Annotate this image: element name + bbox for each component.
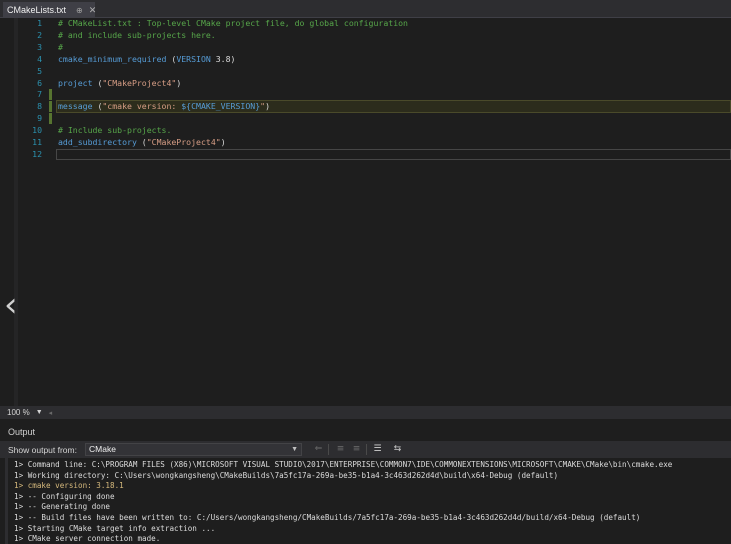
- code-text: # and include sub-projects here.: [58, 30, 216, 41]
- code-token: ): [176, 77, 182, 88]
- show-output-from-label: Show output from:: [8, 444, 77, 455]
- code-token: #: [58, 41, 63, 52]
- line-number: 3: [37, 41, 42, 52]
- line-number: 6: [37, 77, 42, 88]
- code-token: (: [92, 77, 103, 88]
- output-line: 1> cmake version: 3.18.1: [14, 481, 124, 491]
- code-line[interactable]: 10 # Include sub-projects.: [0, 125, 731, 136]
- code-token: ): [265, 101, 270, 112]
- output-line: 1> Command line: C:\PROGRAM FILES (X86)\…: [14, 460, 673, 469]
- word-wrap-icon[interactable]: ⇆: [392, 444, 403, 455]
- code-token: "cmake version:: [102, 101, 182, 112]
- code-token: add_subdirectory: [58, 137, 137, 147]
- code-line[interactable]: 9: [0, 113, 731, 125]
- line-number: 11: [32, 137, 42, 147]
- output-line: 1> CMake server connection made.: [14, 534, 161, 544]
- line-number: 7: [37, 89, 42, 100]
- code-line[interactable]: 6 project ("CMakeProject4"): [0, 78, 731, 89]
- code-line[interactable]: 8 message ("cmake version: ${CMAKE_VERSIO…: [0, 100, 731, 114]
- current-line-box: [56, 148, 731, 160]
- toolbar-separator: [366, 444, 367, 455]
- code-text: project ("CMakeProject4"): [58, 78, 181, 89]
- code-line[interactable]: 1 # CMakeList.txt : Top-level CMake proje…: [0, 18, 731, 29]
- navigate-back-icon[interactable]: ‹: [4, 288, 18, 322]
- zoom-level[interactable]: 100 %: [7, 408, 30, 417]
- code-token: ): [220, 137, 226, 147]
- code-token: project: [58, 77, 93, 88]
- output-text-area[interactable]: 1> Command line: C:\PROGRAM FILES (X86)\…: [0, 458, 731, 544]
- editor-zoom-bar: 100 % ▼ ◂: [0, 406, 731, 419]
- change-marker: [49, 101, 52, 113]
- code-line[interactable]: 2 # and include sub-projects here.: [0, 30, 731, 41]
- code-token: (: [136, 137, 147, 147]
- code-token: "CMakeProject4": [146, 137, 221, 147]
- code-text: cmake_minimum_required (VERSION 3.8): [58, 54, 235, 65]
- code-line[interactable]: 7: [0, 89, 731, 101]
- chevron-down-icon: ▼: [291, 446, 298, 453]
- code-token: message: [58, 101, 93, 112]
- line-number: 8: [37, 101, 42, 112]
- toolbar-separator: [328, 444, 329, 455]
- output-line: 1> Working directory: C:\Users\wongkangs…: [14, 470, 559, 480]
- close-icon[interactable]: ✕: [89, 5, 97, 16]
- code-text: # CMakeList.txt : Top-level CMake projec…: [58, 18, 408, 29]
- next-message-icon[interactable]: ≡: [351, 444, 362, 455]
- output-source-value: CMake: [89, 444, 116, 454]
- change-marker: [49, 89, 52, 101]
- code-text: # Include sub-projects.: [58, 125, 171, 136]
- code-token: cmake_minimum_required: [58, 53, 167, 64]
- code-line[interactable]: 12: [0, 148, 731, 160]
- line-number: 2: [37, 29, 42, 40]
- line-number: 9: [37, 113, 42, 124]
- find-message-icon[interactable]: ⇐: [313, 444, 324, 455]
- output-margin: [5, 458, 8, 544]
- line-number: 10: [32, 125, 42, 136]
- code-token: # CMakeList.txt : Top-level CMake projec…: [58, 18, 408, 28]
- code-text: #: [58, 42, 63, 53]
- clear-all-icon[interactable]: ☰: [372, 444, 383, 455]
- code-token: ${CMAKE_VERSION}: [181, 101, 261, 112]
- code-token: (: [166, 53, 177, 64]
- line-number: 5: [37, 65, 42, 76]
- output-source-select[interactable]: CMake ▼: [85, 443, 302, 456]
- tab-cmakelists[interactable]: CMakeLists.txt ⊕ ✕: [3, 2, 97, 18]
- document-tab-strip: CMakeLists.txt ⊕ ✕: [0, 0, 731, 18]
- line-number: 4: [37, 53, 42, 64]
- code-line[interactable]: 5: [0, 66, 731, 77]
- output-line: 1> -- Generating done: [14, 502, 111, 512]
- code-token: # Include sub-projects.: [58, 125, 172, 136]
- code-line[interactable]: 4 cmake_minimum_required (VERSION 3.8): [0, 54, 731, 65]
- code-token: (: [92, 101, 103, 112]
- visual-studio-window: CMakeLists.txt ⊕ ✕ ‹ 1 # CMakeList.txt : …: [0, 0, 731, 544]
- horizontal-scroll-left-icon[interactable]: ◂: [49, 409, 53, 417]
- change-marker: [49, 113, 52, 125]
- previous-message-icon[interactable]: ≡: [335, 444, 346, 455]
- output-line: 1> Starting CMake target info extraction…: [14, 523, 216, 533]
- line-number: 12: [32, 148, 42, 159]
- code-token: 3.8): [210, 53, 236, 64]
- code-line[interactable]: 3 #: [0, 42, 731, 53]
- output-toolbar: Show output from: CMake ▼ ⇐ ≡ ≡ ☰ ⇆: [0, 441, 731, 458]
- output-panel-title: Output: [8, 427, 36, 437]
- output-line: 1> -- Build files have been written to: …: [14, 513, 641, 522]
- pin-icon[interactable]: ⊕: [76, 6, 83, 15]
- code-text: message ("cmake version: ${CMAKE_VERSION…: [58, 101, 270, 112]
- output-line: 1> -- Configuring done: [14, 491, 115, 501]
- code-token: "CMakeProject4": [102, 77, 177, 88]
- code-editor[interactable]: ‹ 1 # CMakeList.txt : Top-level CMake pro…: [0, 18, 731, 406]
- code-token: # and include sub-projects here.: [58, 29, 216, 40]
- zoom-dropdown-icon[interactable]: ▼: [36, 409, 43, 416]
- line-number: 1: [37, 18, 42, 28]
- code-text: add_subdirectory ("CMakeProject4"): [58, 137, 226, 148]
- tab-title: CMakeLists.txt: [7, 5, 67, 15]
- code-token: VERSION: [176, 53, 211, 64]
- code-line[interactable]: 11 add_subdirectory ("CMakeProject4"): [0, 137, 731, 148]
